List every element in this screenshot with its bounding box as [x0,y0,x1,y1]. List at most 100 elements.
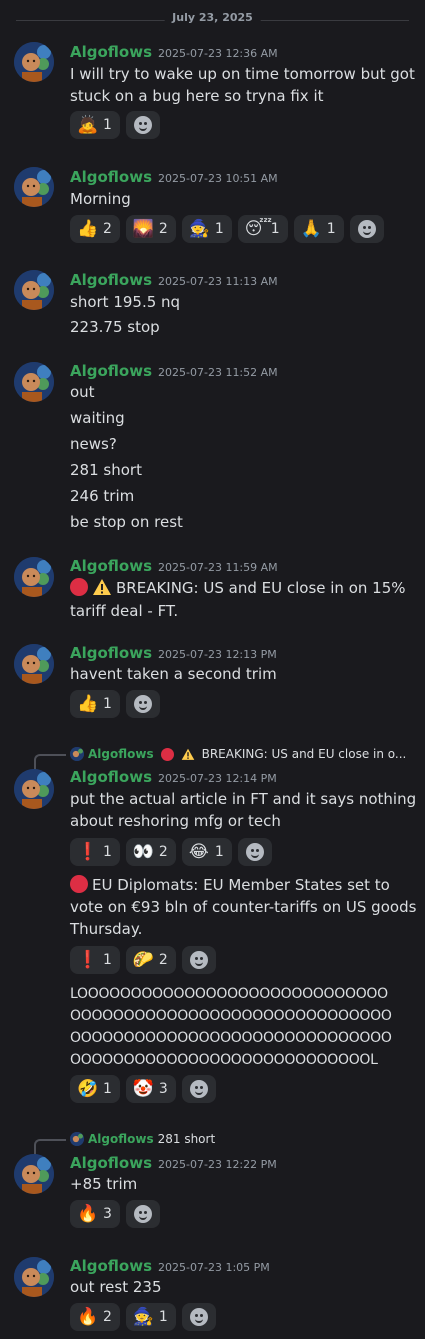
author-name[interactable]: Algoflows [70,43,152,61]
avatar-icon [14,42,54,82]
message-line-first: BREAKING: US and EU close in on 15% [70,577,406,599]
reply-author[interactable]: Algoflows [88,1130,154,1148]
message-line: stuck on a bug here so tryna fix it [70,87,324,105]
author-name[interactable]: Algoflows [70,271,152,289]
message-header: Algoflows 2025-07-23 12:14 PM [70,767,277,787]
message-line: news? [70,435,117,453]
add-reaction-icon [133,116,152,134]
avatar[interactable] [14,769,54,809]
reaction-count: 2 [103,1309,112,1325]
avatar-icon [14,644,54,684]
reaction-sleeping[interactable]: 😴 1 [237,215,288,243]
add-reaction-button[interactable] [349,215,384,243]
avatar-icon [14,270,54,310]
wizard-icon: 🧙 [188,218,211,239]
reaction-wizard[interactable]: 🧙 1 [181,215,232,243]
reaction-bar: ❗ 1 🌮 2 [70,946,216,974]
message-line-first: EU Diplomats: EU Member States set to [70,874,390,896]
reaction-count: 1 [103,952,112,968]
reaction-eyes[interactable]: 👀 2 [125,838,176,866]
reaction-exclamation[interactable]: ❗ 1 [70,946,120,974]
avatar[interactable] [14,42,54,82]
reaction-fire[interactable]: 🔥 3 [70,1200,120,1228]
reaction-wizard[interactable]: 🧙 1 [125,1303,176,1331]
reaction-rofl[interactable]: 🤣 1 [70,1075,120,1103]
reply-text: BREAKING: US and EU close in o... [201,747,407,761]
add-reaction-icon [189,1308,208,1326]
reaction-count: 1 [103,117,112,133]
thumbs-up-icon: 👍 [77,693,99,714]
bow-icon: 🙇 [77,114,99,135]
reaction-bar: 🤣 1 🤡 3 [70,1075,216,1103]
message-line: +85 trim [70,1175,138,1193]
avatar[interactable] [14,362,54,402]
reaction-bar: 👍 1 [70,690,160,718]
sleeping-face-icon: 😴 [244,218,273,239]
message-line: havent taken a second trim [70,665,277,683]
clown-icon: 🤡 [132,1078,155,1099]
reaction-count: 1 [158,1309,168,1325]
author-name[interactable]: Algoflows [70,362,152,380]
message-line: 223.75 stop [70,318,160,336]
fire-icon: 🔥 [77,1306,99,1327]
avatar-icon [14,362,54,402]
timestamp: 2025-07-23 12:36 AM [158,47,278,60]
reaction-joy[interactable]: 😂 1 [181,838,232,866]
reaction-sunrise[interactable]: 🌄 2 [125,215,176,243]
thumbs-up-icon: 👍 [77,218,99,239]
author-name[interactable]: Algoflows [70,168,152,186]
add-reaction-icon [189,1080,208,1098]
avatar[interactable] [14,1154,54,1194]
reaction-count: 1 [214,844,224,860]
red-circle-icon [160,747,174,761]
add-reaction-button[interactable] [125,111,160,139]
add-reaction-button[interactable] [237,838,272,866]
author-name[interactable]: Algoflows [70,768,152,786]
add-reaction-icon [133,695,152,713]
message-line: waiting [70,409,125,427]
message-header: Algoflows 2025-07-23 11:59 AM [70,556,278,576]
add-reaction-button[interactable] [181,946,216,974]
red-circle-icon [70,578,88,596]
avatar[interactable] [14,557,54,597]
reaction-count: 2 [103,221,112,237]
avatar[interactable] [14,270,54,310]
avatar[interactable] [14,644,54,684]
reaction-pray[interactable]: 🙏 1 [293,215,344,243]
avatar-icon [14,167,54,207]
reaction-taco[interactable]: 🌮 2 [125,946,176,974]
reaction-count: 3 [103,1206,112,1222]
reaction-thumbs-up[interactable]: 👍 1 [70,690,120,718]
message-line: out [70,383,95,401]
reaction-count: 1 [103,1081,112,1097]
author-name[interactable]: Algoflows [70,557,152,575]
sunrise-icon: 🌄 [132,218,155,239]
author-name[interactable]: Algoflows [70,1257,152,1275]
add-reaction-button[interactable] [181,1303,216,1331]
message-line: be stop on rest [70,513,183,531]
timestamp: 2025-07-23 11:52 AM [158,366,278,379]
author-name[interactable]: Algoflows [70,1154,152,1172]
reply-author[interactable]: Algoflows [88,745,154,763]
reaction-count: 2 [158,952,168,968]
avatar[interactable] [14,1257,54,1297]
add-reaction-button[interactable] [181,1075,216,1103]
reply-spine [34,754,66,770]
reaction-count: 3 [158,1081,168,1097]
add-reaction-button[interactable] [125,1200,160,1228]
reaction-exclamation[interactable]: ❗ 1 [70,838,120,866]
message-line: Thursday. [70,920,143,938]
reaction-bow[interactable]: 🙇 1 [70,111,120,139]
add-reaction-button[interactable] [125,690,160,718]
timestamp: 2025-07-23 12:13 PM [158,648,277,661]
message-header: Algoflows 2025-07-23 11:13 AM [70,270,278,290]
message-header: Algoflows 2025-07-23 12:13 PM [70,643,277,663]
avatar[interactable] [14,167,54,207]
message-header: Algoflows 2025-07-23 10:51 AM [70,167,278,187]
timestamp: 2025-07-23 10:51 AM [158,172,278,185]
reaction-clown[interactable]: 🤡 3 [125,1075,176,1103]
reaction-fire[interactable]: 🔥 2 [70,1303,120,1331]
message-line: vote on €93 bln of counter-tariffs on US… [70,898,417,916]
reaction-thumbs-up[interactable]: 👍 2 [70,215,120,243]
author-name[interactable]: Algoflows [70,644,152,662]
